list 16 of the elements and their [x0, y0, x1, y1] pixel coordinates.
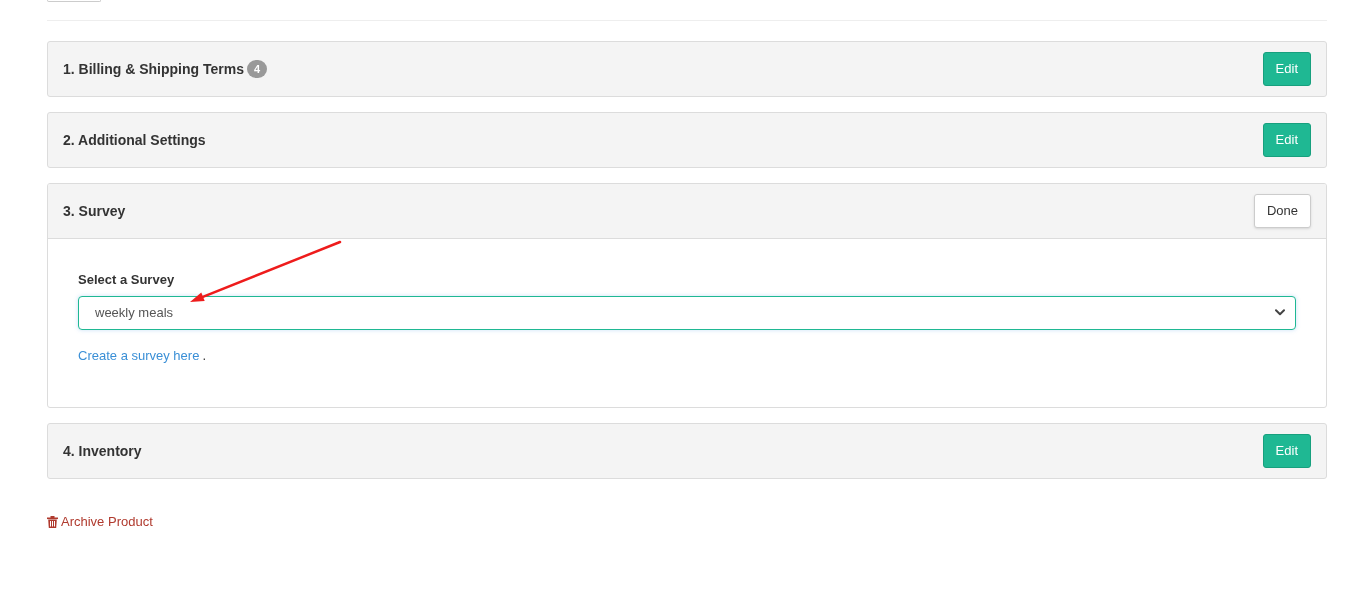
panel-title: 1. Billing & Shipping Terms: [63, 59, 244, 79]
period-text: .: [202, 346, 207, 365]
edit-button[interactable]: Edit: [1262, 434, 1311, 468]
survey-select[interactable]: weekly meals: [78, 295, 1296, 330]
edit-button[interactable]: Edit: [1262, 123, 1311, 157]
create-survey-link[interactable]: Create a survey here: [78, 345, 200, 365]
chevron-down-icon: [1275, 309, 1285, 316]
panel-title: 3. Survey: [63, 201, 126, 221]
panel-title: 2. Additional Settings: [63, 130, 206, 150]
trash-icon: [47, 515, 58, 528]
panel-title: 4. Inventory: [63, 441, 142, 461]
count-badge: 4: [247, 60, 267, 78]
done-button[interactable]: Done: [1253, 194, 1311, 228]
field-label: Select a Survey: [78, 271, 176, 289]
archive-product-link[interactable]: Archive Product: [47, 512, 153, 532]
edit-button[interactable]: Edit: [1262, 52, 1311, 86]
